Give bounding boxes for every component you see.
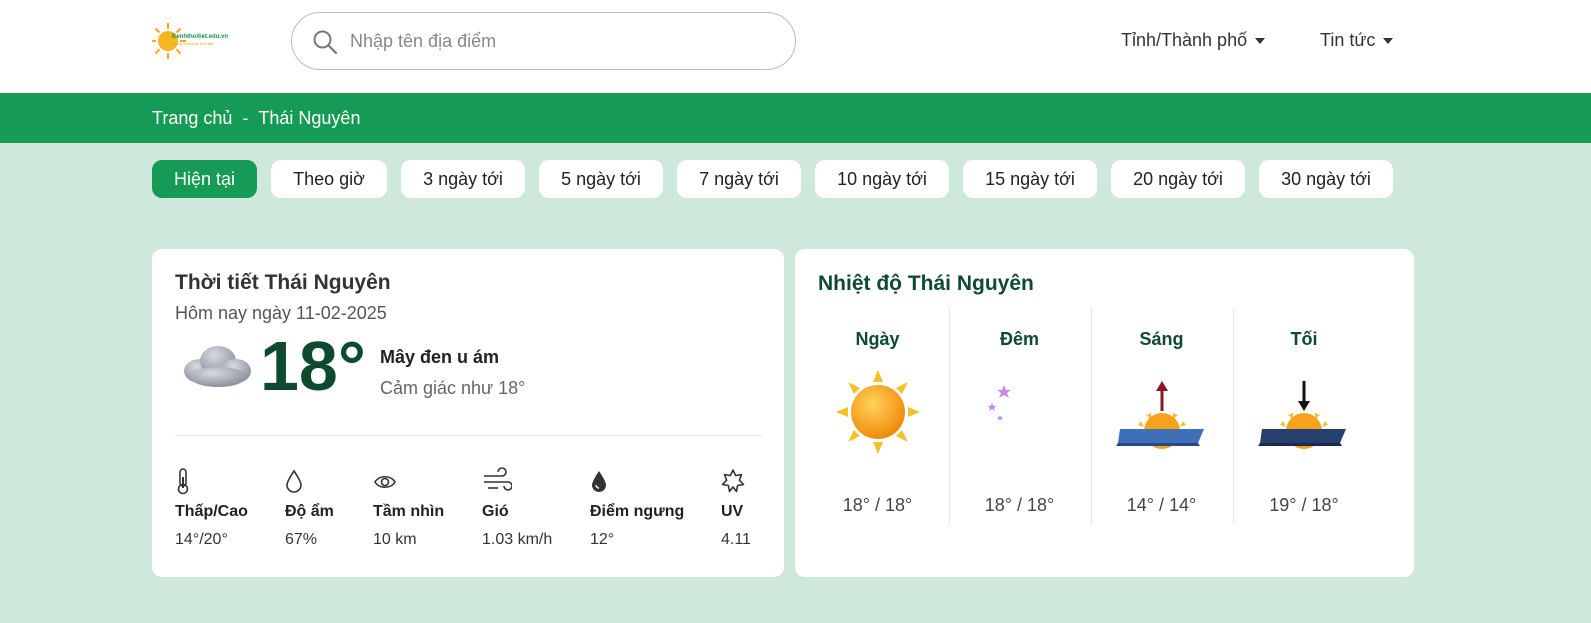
site-header: Kenhthoitiet.edu.vn Trang thông tin thời… xyxy=(0,0,1591,93)
cloud-icon xyxy=(184,346,251,387)
tab-20-days[interactable]: 20 ngày tới xyxy=(1111,160,1245,198)
period-night: Đêm 18° / 18° xyxy=(948,307,1092,525)
stat-label: Thấp/Cao xyxy=(175,503,248,520)
stat-value: 67% xyxy=(285,531,318,548)
stat-label: Tầm nhìn xyxy=(373,503,445,520)
current-date: Hôm nay ngày 11-02-2025 xyxy=(175,303,387,323)
feels-like: Cảm giác như 18° xyxy=(380,378,526,398)
period-day: Ngày 18° / 18° xyxy=(806,307,950,525)
uv-sun-icon xyxy=(721,469,745,493)
tab-5-days[interactable]: 5 ngày tới xyxy=(539,160,663,198)
nav-label-provinces: Tỉnh/Thành phố xyxy=(1121,30,1248,50)
breadcrumb-separator: - xyxy=(242,108,249,128)
period-temp: 14° / 14° xyxy=(1126,495,1197,515)
weather-condition: Mây đen u ám xyxy=(380,347,500,367)
sun-icon xyxy=(836,370,920,454)
stat-value: 12° xyxy=(590,531,615,548)
breadcrumb: Trang chủ - Thái Nguyên xyxy=(152,108,360,129)
stat-value: 1.03 km/h xyxy=(482,531,553,548)
period-name: Tối xyxy=(1290,329,1318,349)
nav-dropdown-provinces[interactable]: Tỉnh/Thành phố xyxy=(1121,30,1266,51)
caret-down-icon xyxy=(1383,37,1394,44)
stat-value: 4.11 xyxy=(721,531,751,548)
search-input[interactable] xyxy=(350,27,770,55)
current-weather-card: Thời tiết Thái Nguyên Hôm nay ngày 11-02… xyxy=(152,249,784,577)
stat-value: 14°/20° xyxy=(175,531,228,548)
divider xyxy=(175,435,762,436)
current-temperature: 18° xyxy=(260,327,366,405)
breadcrumb-home-link[interactable]: Trang chủ xyxy=(152,108,232,129)
tab-3-days[interactable]: 3 ngày tới xyxy=(401,160,525,198)
current-weather-title: Thời tiết Thái Nguyên xyxy=(175,271,391,294)
tab-15-days[interactable]: 15 ngày tới xyxy=(963,160,1097,198)
eye-icon xyxy=(374,475,396,489)
tab-current[interactable]: Hiện tại xyxy=(152,160,257,198)
site-logo[interactable]: Kenhthoitiet.edu.vn Trang thông tin thời… xyxy=(152,20,228,62)
temperature-card: Nhiệt độ Thái Nguyên Ngày 18° / 18° Đêm … xyxy=(795,249,1414,577)
search-icon[interactable] xyxy=(312,29,338,55)
caret-down-icon xyxy=(1255,37,1266,44)
logo-tagline: Trang thông tin thời tiết xyxy=(172,41,214,46)
stat-wind: Gió 1.03 km/h xyxy=(482,467,552,549)
stat-low-high: Thấp/Cao 14°/20° xyxy=(175,467,248,549)
droplet-icon xyxy=(286,469,302,493)
stat-value: 10 km xyxy=(373,531,417,548)
wind-icon xyxy=(484,467,512,491)
period-morning: Sáng 14° / 14° xyxy=(1090,307,1234,525)
nav-label-news: Tin tức xyxy=(1320,30,1376,50)
stat-label: Điểm ngưng xyxy=(590,503,685,520)
breadcrumb-bar: Trang chủ - Thái Nguyên xyxy=(0,93,1591,143)
search-box xyxy=(291,12,796,70)
dewpoint-icon xyxy=(592,471,606,492)
tab-hourly[interactable]: Theo giờ xyxy=(271,160,387,198)
period-temp: 18° / 18° xyxy=(842,495,913,515)
breadcrumb-current-link[interactable]: Thái Nguyên xyxy=(258,108,360,129)
period-temp: 19° / 18° xyxy=(1269,495,1339,515)
tab-30-days[interactable]: 30 ngày tới xyxy=(1259,160,1393,198)
tab-10-days[interactable]: 10 ngày tới xyxy=(815,160,949,198)
stat-visibility: Tầm nhìn 10 km xyxy=(373,467,444,549)
stat-label: Độ ẩm xyxy=(285,503,334,520)
sunset-icon xyxy=(1258,381,1346,449)
logo-text: Kenhthoitiet.edu.vn xyxy=(172,34,228,40)
moon-icon xyxy=(987,375,1056,447)
nav-dropdown-news[interactable]: Tin tức xyxy=(1320,30,1394,51)
period-evening: Tối 19° / 18° xyxy=(1232,307,1376,525)
stat-label: UV xyxy=(721,503,744,520)
stat-label: Gió xyxy=(482,503,509,520)
period-name: Ngày xyxy=(855,329,900,349)
temperature-card-title: Nhiệt độ Thái Nguyên xyxy=(818,272,1034,295)
stat-uv: UV 4.11 xyxy=(721,467,751,549)
stat-humidity: Độ ẩm 67% xyxy=(285,467,334,549)
sunrise-icon xyxy=(1116,381,1204,449)
period-name: Đêm xyxy=(999,329,1039,349)
period-temp: 18° / 18° xyxy=(984,495,1055,515)
period-name: Sáng xyxy=(1139,329,1184,349)
thermometer-icon xyxy=(177,468,189,495)
stat-dewpoint: Điểm ngưng 12° xyxy=(590,467,684,549)
tab-7-days[interactable]: 7 ngày tới xyxy=(677,160,801,198)
